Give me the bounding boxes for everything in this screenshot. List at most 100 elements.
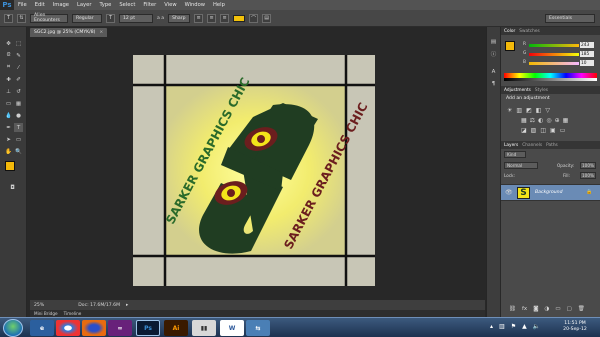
- brush-tool-icon[interactable]: ✐: [14, 75, 23, 84]
- tab-styles[interactable]: Styles: [535, 88, 548, 93]
- color-balance-icon[interactable]: ⚖: [530, 117, 535, 124]
- curves-icon[interactable]: ◩: [526, 107, 532, 114]
- status-arrow-icon[interactable]: ▸: [126, 303, 128, 308]
- path-select-tool-icon[interactable]: ➤: [4, 135, 13, 144]
- font-style-select[interactable]: Regular: [72, 13, 102, 23]
- exposure-icon[interactable]: ◧: [536, 107, 542, 114]
- font-family-select[interactable]: Alien Encounters: [30, 13, 68, 23]
- channel-r-slider[interactable]: [529, 44, 579, 47]
- crop-tool-icon[interactable]: ⌗: [4, 63, 13, 72]
- canvas-image[interactable]: SARKER GRAPHICS CHIC SARKER GRAPHICS CHI…: [133, 55, 375, 286]
- type-tool-icon[interactable]: T: [4, 13, 13, 23]
- link-layers-icon[interactable]: ⛓: [509, 306, 516, 312]
- history-brush-tool-icon[interactable]: ↺: [14, 87, 23, 96]
- tab-paths[interactable]: Paths: [546, 143, 558, 148]
- blur-tool-icon[interactable]: 💧: [4, 111, 13, 120]
- threshold-icon[interactable]: ◫: [540, 127, 546, 134]
- zoom-tool-icon[interactable]: 🔍: [14, 147, 23, 156]
- taskbar-firefox-icon[interactable]: [82, 320, 106, 336]
- tab-layers[interactable]: Layers: [504, 143, 518, 148]
- taskbar-photoshop-icon[interactable]: Ps: [136, 320, 160, 336]
- taskbar-illustrator-icon[interactable]: Ai: [164, 320, 188, 336]
- menu-select[interactable]: Select: [115, 2, 139, 8]
- tray-wifi-icon[interactable]: ▲: [522, 323, 527, 330]
- text-color-swatch[interactable]: [233, 14, 246, 22]
- tray-network-icon[interactable]: ▥: [499, 323, 505, 330]
- shape-tool-icon[interactable]: ▭: [14, 135, 23, 144]
- levels-icon[interactable]: ▥: [516, 107, 522, 114]
- channel-b-value[interactable]: 10: [580, 60, 594, 66]
- properties-panel-icon[interactable]: ⓘ: [489, 49, 498, 58]
- menu-filter[interactable]: Filter: [139, 2, 160, 8]
- channel-mixer-icon[interactable]: ⊕: [555, 117, 560, 124]
- new-layer-icon[interactable]: ▢: [567, 306, 572, 312]
- dodge-tool-icon[interactable]: ●: [14, 111, 23, 120]
- taskbar-visualstudio-icon[interactable]: ∞: [108, 320, 132, 336]
- color-spectrum[interactable]: [504, 73, 597, 81]
- tab-color[interactable]: Color: [504, 29, 515, 34]
- channel-g-value[interactable]: 185: [580, 51, 594, 57]
- lasso-tool-icon[interactable]: ᘓ: [4, 51, 13, 60]
- font-size-select[interactable]: 12 pt: [119, 13, 153, 23]
- black-white-icon[interactable]: ◐: [538, 117, 543, 124]
- workspace-select[interactable]: Essentials: [545, 13, 595, 23]
- layer-style-icon[interactable]: fx: [522, 306, 527, 312]
- document-tab[interactable]: SGC2.jpg @ 25% (CMYK/8) ×: [30, 28, 108, 37]
- start-button[interactable]: [3, 319, 23, 337]
- pen-tool-icon[interactable]: ✒: [4, 123, 13, 132]
- brightness-icon[interactable]: ☀: [507, 107, 512, 114]
- history-panel-icon[interactable]: ▤: [489, 37, 498, 46]
- taskbar-explorer-icon[interactable]: ▮▮: [192, 320, 216, 336]
- channel-b-slider[interactable]: [529, 62, 579, 65]
- gradient-tool-icon[interactable]: ▦: [14, 99, 23, 108]
- invert-icon[interactable]: ◪: [521, 127, 527, 134]
- channel-g-slider[interactable]: [529, 53, 579, 56]
- tab-channels[interactable]: Channels: [522, 143, 542, 148]
- selective-color-icon[interactable]: ▣: [550, 127, 556, 134]
- close-tab-icon[interactable]: ×: [99, 30, 103, 35]
- taskbar-network-icon[interactable]: ⇆: [246, 320, 270, 336]
- character-panel-icon[interactable]: ▤: [262, 13, 272, 23]
- taskbar-chrome-icon[interactable]: [56, 320, 80, 336]
- menu-type[interactable]: Type: [95, 2, 115, 8]
- align-center-icon[interactable]: ≡: [207, 13, 217, 23]
- fill-value[interactable]: 100%: [580, 172, 596, 179]
- menu-layer[interactable]: Layer: [73, 2, 95, 8]
- document-info[interactable]: Doc: 17.6M/17.6M: [78, 303, 120, 308]
- marquee-tool-icon[interactable]: ⬚: [14, 39, 23, 48]
- new-group-icon[interactable]: ▭: [555, 306, 560, 312]
- character-panel-icon[interactable]: A: [489, 67, 498, 76]
- gradient-map-icon[interactable]: ▭: [560, 127, 566, 134]
- taskbar-word-icon[interactable]: W: [220, 320, 244, 336]
- tab-adjustments[interactable]: Adjustments: [504, 88, 531, 93]
- posterize-icon[interactable]: ▨: [531, 127, 537, 134]
- quick-mask-icon[interactable]: ◘: [8, 183, 17, 192]
- tray-arrow-icon[interactable]: ▴: [490, 323, 493, 330]
- foreground-color-swatch[interactable]: [5, 161, 15, 171]
- layer-filter-kind[interactable]: Kind: [504, 151, 526, 158]
- opacity-value[interactable]: 100%: [580, 162, 596, 169]
- new-adjustment-icon[interactable]: ◑: [545, 306, 550, 312]
- align-right-icon[interactable]: ≡: [220, 13, 230, 23]
- healing-brush-tool-icon[interactable]: ✚: [4, 75, 13, 84]
- move-tool-icon[interactable]: ✥: [4, 39, 13, 48]
- eraser-tool-icon[interactable]: ▭: [4, 99, 13, 108]
- menu-image[interactable]: Image: [49, 2, 73, 8]
- taskbar-ie-icon[interactable]: e: [30, 320, 54, 336]
- tab-swatches[interactable]: Swatches: [519, 29, 540, 34]
- anti-alias-select[interactable]: Sharp: [168, 13, 191, 23]
- zoom-level[interactable]: 25%: [34, 303, 44, 308]
- eyedropper-tool-icon[interactable]: ⁄: [14, 63, 23, 72]
- paragraph-panel-icon[interactable]: ¶: [489, 79, 498, 88]
- text-orientation-icon[interactable]: ⇅: [17, 13, 26, 23]
- align-left-icon[interactable]: ≡: [194, 13, 204, 23]
- photo-filter-icon[interactable]: ◎: [546, 117, 551, 124]
- delete-layer-icon[interactable]: 🗑: [578, 306, 585, 312]
- tray-flag-icon[interactable]: ⚑: [511, 323, 516, 330]
- color-fg-swatch[interactable]: [505, 41, 515, 51]
- hue-sat-icon[interactable]: ▦: [521, 117, 527, 124]
- vibrance-icon[interactable]: ▽: [545, 107, 550, 114]
- taskbar-clock[interactable]: 11:51 PM 20-Sep-12: [555, 321, 595, 333]
- tab-mini-bridge[interactable]: Mini Bridge: [34, 311, 58, 316]
- menu-window[interactable]: Window: [181, 2, 209, 8]
